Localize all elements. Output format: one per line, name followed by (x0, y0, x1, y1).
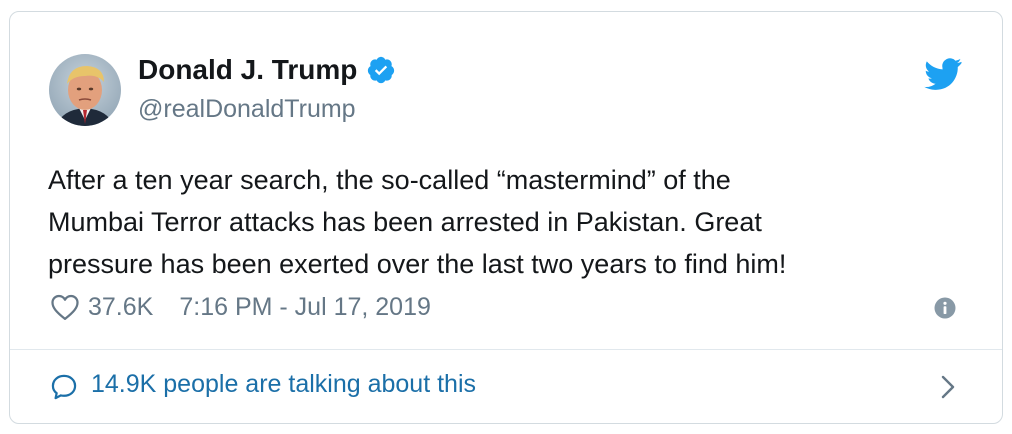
tweet-text-line: Mumbai Terror attacks has been arrested … (48, 207, 762, 237)
tweet-timestamp[interactable]: 7:16 PM - Jul 17, 2019 (179, 293, 431, 322)
tweet-meta-row: 37.6K 7:16 PM - Jul 17, 2019 (50, 290, 431, 324)
verified-badge-icon (366, 55, 396, 85)
like-count[interactable]: 37.6K (88, 293, 153, 322)
heart-icon[interactable] (50, 293, 80, 321)
conversation-link[interactable]: 14.9K people are talking about this (10, 350, 1002, 424)
speech-bubble-icon (51, 374, 77, 400)
author-handle[interactable]: @realDonaldTrump (138, 95, 356, 124)
author-display-name[interactable]: Donald J. Trump (138, 54, 357, 86)
author-name-row: Donald J. Trump (138, 52, 396, 88)
profile-photo (49, 54, 121, 126)
tweet-text-line: After a ten year search, the so-called “… (48, 165, 731, 195)
tweet-text: After a ten year search, the so-called “… (48, 159, 948, 285)
tweet-text-line: pressure has been exerted over the last … (48, 249, 787, 279)
chevron-right-icon (941, 375, 955, 399)
conversation-label: 14.9K people are talking about this (91, 370, 476, 398)
info-icon[interactable] (934, 297, 956, 319)
author-avatar[interactable] (49, 54, 121, 126)
twitter-bird-icon[interactable] (924, 58, 962, 90)
tweet-card: Donald J. Trump @realDonaldTrump After a… (9, 11, 1003, 424)
